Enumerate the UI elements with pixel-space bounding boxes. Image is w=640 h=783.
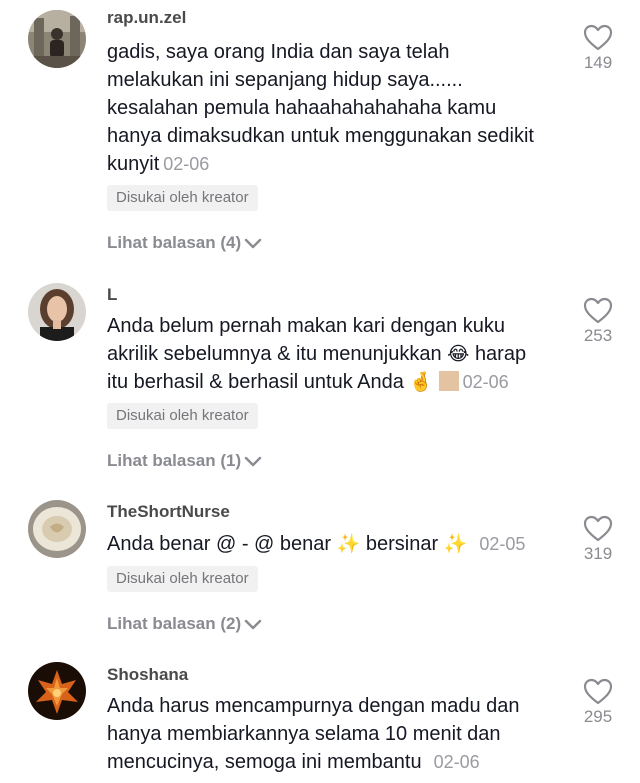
avatar[interactable] [28, 500, 86, 558]
like-count: 149 [583, 53, 613, 72]
comment-text: gadis, saya orang India dan saya telah m… [107, 38, 562, 178]
crossed-fingers-emoji: 🤞 [409, 371, 434, 393]
view-replies-button[interactable]: Lihat balasan (4) [107, 231, 262, 255]
creator-liked-badge: Disukai oleh kreator [107, 566, 258, 592]
comment-line: hanya membiarkannya selama 10 menit dan [107, 723, 501, 745]
comment-line: kunyit [107, 153, 160, 175]
avatar[interactable] [28, 283, 86, 341]
like-button[interactable]: 319 [570, 515, 626, 564]
view-replies-button[interactable]: Lihat balasan (1) [107, 449, 262, 473]
comment-username[interactable]: L [107, 285, 117, 305]
chevron-down-icon [244, 619, 262, 629]
comment-line: hanya dimaksudkan untuk menggunakan sedi… [107, 125, 534, 147]
comment-line: bersinar [365, 533, 439, 555]
heart-outline-icon [583, 515, 613, 542]
chevron-down-icon [244, 238, 262, 248]
view-replies-label: Lihat balasan (4) [107, 233, 242, 252]
comment-text: Anda benar @ - @ benar ✨ bersinar ✨ 02-05 [107, 530, 562, 558]
sparkles-emoji: ✨ [443, 533, 468, 555]
like-button[interactable]: 253 [570, 297, 626, 346]
comment-line: kesalahan pemula hahaahahahahaha kamu [107, 97, 497, 119]
like-count: 295 [583, 707, 613, 726]
heart-outline-icon [583, 24, 613, 51]
skin-tone-swatch [438, 371, 459, 391]
comment-line: Anda harus mencampurnya dengan madu dan [107, 695, 520, 717]
chevron-down-icon [244, 456, 262, 466]
creator-liked-badge: Disukai oleh kreator [107, 185, 258, 211]
view-replies-button[interactable]: Lihat balasan (2) [107, 612, 262, 636]
heart-outline-icon [583, 678, 613, 705]
like-button[interactable]: 295 [570, 678, 626, 727]
heart-outline-icon [583, 297, 613, 324]
comment-line: melakukan ini sepanjang hidup saya...... [107, 69, 463, 91]
comment-text: Anda harus mencampurnya dengan madu dan … [107, 692, 562, 776]
avatar[interactable] [28, 662, 86, 720]
comment-username[interactable]: Shoshana [107, 665, 188, 685]
comment-line: Anda benar @ - @ benar [107, 533, 332, 555]
comment-date: 02-06 [462, 372, 509, 392]
view-replies-label: Lihat balasan (1) [107, 451, 242, 470]
view-replies-label: Lihat balasan (2) [107, 614, 242, 633]
comment-line: gadis, saya orang India dan saya telah [107, 41, 450, 63]
comment-line: harap [474, 343, 527, 365]
comment-username[interactable]: rap.un.zel [107, 8, 186, 28]
sparkles-emoji: ✨ [336, 533, 361, 555]
creator-liked-badge: Disukai oleh kreator [107, 403, 258, 429]
comment-line: mencucinya, semoga ini membantu [107, 751, 422, 773]
comment-text: Anda belum pernah makan kari dengan kuku… [107, 312, 562, 396]
like-count: 253 [583, 326, 613, 345]
comment-username[interactable]: TheShortNurse [107, 502, 230, 522]
comment-line: Anda belum pernah makan kari dengan kuku [107, 315, 506, 337]
comment-date: 02-06 [163, 154, 210, 174]
laughing-emoji: 😂 [447, 343, 470, 365]
comment-date: 02-05 [479, 534, 526, 554]
comment-line: akrilik sebelumnya & itu menunjukkan [107, 343, 442, 365]
comment-date: 02-06 [433, 752, 480, 772]
comment-line: itu berhasil & berhasil untuk Anda [107, 371, 404, 393]
like-button[interactable]: 149 [570, 24, 626, 73]
avatar[interactable] [28, 10, 86, 68]
like-count: 319 [583, 544, 613, 563]
